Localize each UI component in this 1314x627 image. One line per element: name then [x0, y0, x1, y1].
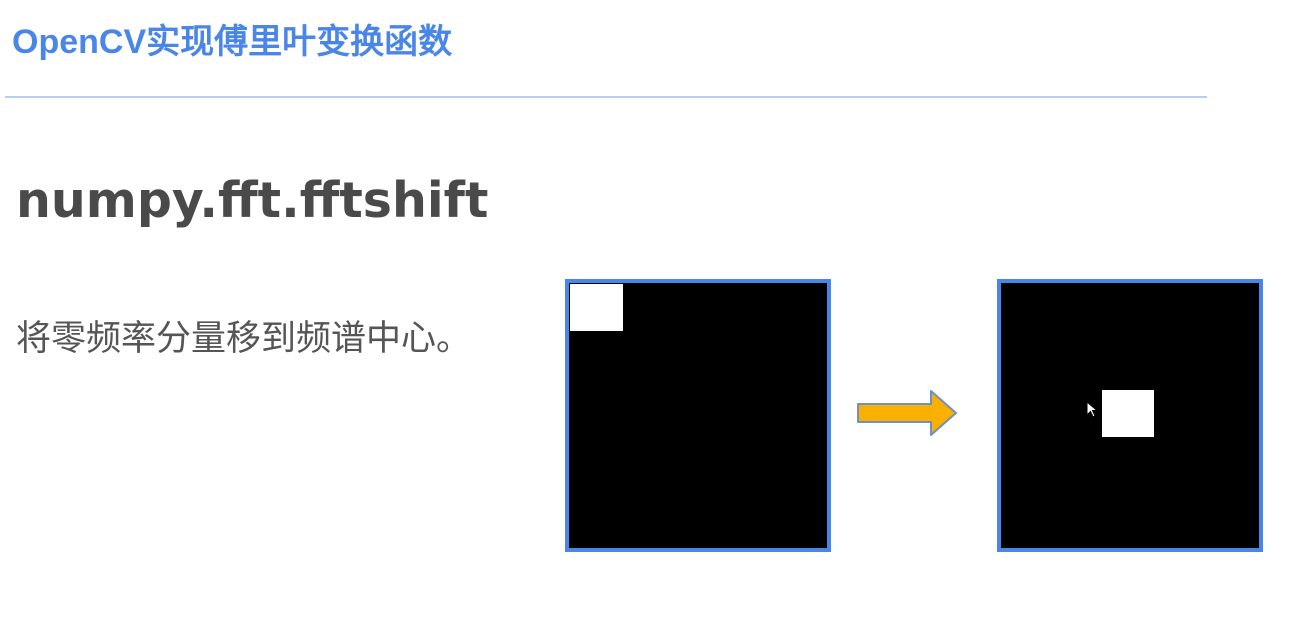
- slide-description: 将零频率分量移到频谱中心。: [16, 319, 472, 358]
- slide-header-title: OpenCV实现傅里叶变换函数: [12, 23, 453, 61]
- spectrum-before-shift: [565, 279, 831, 552]
- mouse-pointer-icon: [1086, 401, 1098, 418]
- right-arrow-icon: [857, 390, 957, 436]
- slide-heading: numpy.fft.fftshift: [16, 172, 489, 229]
- header-divider: [5, 96, 1207, 98]
- zero-frequency-block-center: [1102, 390, 1154, 437]
- zero-frequency-block-corner: [570, 284, 623, 331]
- spectrum-after-shift: [997, 279, 1263, 552]
